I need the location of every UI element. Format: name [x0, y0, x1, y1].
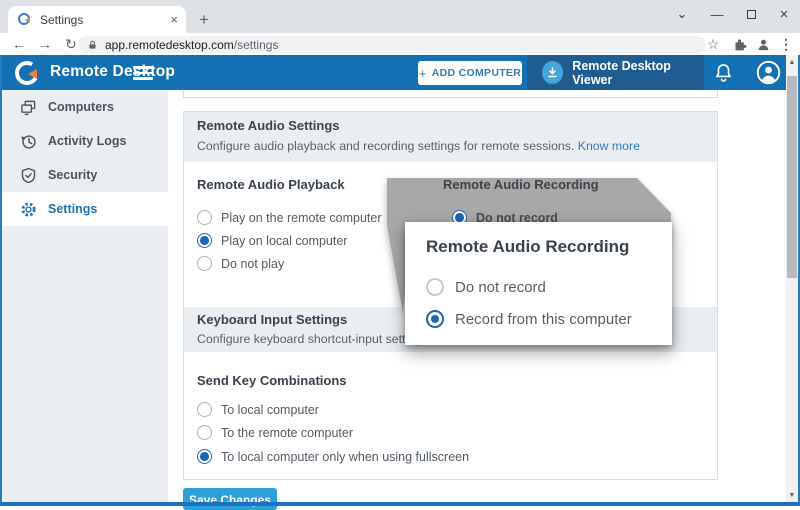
forward-icon[interactable]: →: [34, 34, 56, 54]
radio-label: Record from this computer: [455, 311, 632, 328]
computers-icon: [20, 99, 37, 116]
radio-keys-local[interactable]: To local computer: [197, 402, 319, 417]
send-keys-title: Send Key Combinations: [197, 373, 347, 388]
radio-icon[interactable]: [197, 402, 212, 417]
url-input[interactable]: app.remotedesktop.com/settings: [78, 36, 706, 53]
radio-label: Play on local computer: [221, 234, 347, 248]
download-icon: [542, 61, 563, 84]
sidebar-item-label: Security: [48, 168, 97, 182]
scrollbar-down-icon[interactable]: ▼: [786, 488, 798, 502]
lock-icon: [87, 39, 98, 51]
audio-section-desc: Configure audio playback and recording s…: [197, 139, 640, 153]
back-icon[interactable]: ←: [8, 34, 30, 54]
sidebar-item-computers[interactable]: Computers: [0, 90, 168, 124]
playback-title: Remote Audio Playback: [197, 177, 345, 192]
window-maximize-button[interactable]: [741, 4, 761, 24]
add-computer-label: ADD COMPUTER: [432, 67, 521, 79]
previous-section-bottom: [183, 90, 718, 98]
radio-icon[interactable]: [426, 278, 444, 296]
radio-record-from-computer[interactable]: Record from this computer: [426, 310, 632, 328]
chrome-profile-icon[interactable]: [753, 35, 773, 53]
recording-magnified-popup: Remote Audio Recording Do not record Rec…: [405, 222, 672, 345]
sidebar-item-label: Activity Logs: [48, 134, 127, 148]
app-brand-title: Remote Desktop: [50, 63, 175, 81]
audio-section-title: Remote Audio Settings: [197, 118, 340, 133]
app-logo-icon: [15, 61, 41, 87]
window-minimize-button[interactable]: —: [707, 4, 727, 24]
hamburger-menu-icon[interactable]: [133, 66, 153, 80]
radio-keys-remote[interactable]: To the remote computer: [197, 425, 353, 440]
radio-icon[interactable]: [197, 425, 212, 440]
know-more-link[interactable]: Know more: [578, 139, 640, 153]
radio-label: To local computer only when using fullsc…: [221, 450, 469, 464]
sidebar-item-activity-logs[interactable]: Activity Logs: [0, 124, 168, 158]
new-tab-button[interactable]: +: [192, 8, 216, 32]
scrollbar-thumb[interactable]: [787, 76, 797, 278]
plus-icon: +: [419, 66, 427, 81]
radio-do-not-record[interactable]: Do not record: [426, 278, 546, 296]
sidebar-item-label: Settings: [48, 202, 97, 216]
radio-icon[interactable]: [197, 210, 212, 225]
radio-play-remote[interactable]: Play on the remote computer: [197, 210, 382, 225]
radio-label: Do not record: [455, 279, 546, 296]
radio-do-not-play[interactable]: Do not play: [197, 256, 284, 271]
radio-label: Play on the remote computer: [221, 211, 382, 225]
app-favicon-icon: [18, 13, 32, 27]
recording-title-highlighted: Remote Audio Recording: [443, 177, 599, 192]
window-border-bottom: [0, 502, 800, 506]
bookmark-star-icon[interactable]: ☆: [703, 35, 723, 53]
radio-icon-selected[interactable]: [426, 310, 444, 328]
radio-icon[interactable]: [197, 256, 212, 271]
security-shield-icon: [20, 167, 37, 184]
radio-label: Do not play: [221, 257, 284, 271]
tab-title: Settings: [40, 13, 170, 27]
browser-tab-settings[interactable]: Settings ×: [8, 6, 186, 33]
sidebar-item-settings[interactable]: Settings: [0, 192, 168, 226]
sidebar-item-label: Computers: [48, 100, 114, 114]
scrollbar-up-icon[interactable]: ▲: [786, 55, 798, 69]
tab-close-icon[interactable]: ×: [170, 12, 178, 27]
browser-menu-dots-icon[interactable]: ⋮: [776, 35, 796, 53]
radio-icon-selected[interactable]: [197, 449, 212, 464]
radio-keys-fullscreen[interactable]: To local computer only when using fullsc…: [197, 449, 469, 464]
notifications-bell-icon[interactable]: [714, 62, 733, 88]
viewer-label: Remote Desktop Viewer: [572, 59, 704, 87]
user-avatar-icon[interactable]: [756, 60, 781, 90]
activity-logs-icon: [20, 133, 37, 150]
radio-play-local[interactable]: Play on local computer: [197, 233, 347, 248]
maximize-icon: [747, 10, 756, 19]
settings-gear-icon: [20, 201, 37, 218]
tab-search-icon[interactable]: ⌄: [672, 4, 692, 24]
window-border-left: [0, 55, 2, 506]
popup-title: Remote Audio Recording: [426, 237, 629, 257]
add-computer-button[interactable]: + ADD COMPUTER: [418, 61, 522, 85]
radio-label: To the remote computer: [221, 426, 353, 440]
url-text: app.remotedesktop.com/settings: [105, 38, 278, 52]
save-changes-button[interactable]: Save Changes: [183, 488, 277, 510]
audio-desc-text: Configure audio playback and recording s…: [197, 139, 574, 153]
window-close-button[interactable]: ×: [774, 4, 794, 24]
radio-label: To local computer: [221, 403, 319, 417]
radio-icon-selected[interactable]: [197, 233, 212, 248]
extensions-icon[interactable]: [730, 35, 750, 53]
remote-desktop-viewer-button[interactable]: Remote Desktop Viewer: [527, 55, 704, 90]
sidebar-item-security[interactable]: Security: [0, 158, 168, 192]
keyboard-section-title: Keyboard Input Settings: [197, 312, 347, 327]
